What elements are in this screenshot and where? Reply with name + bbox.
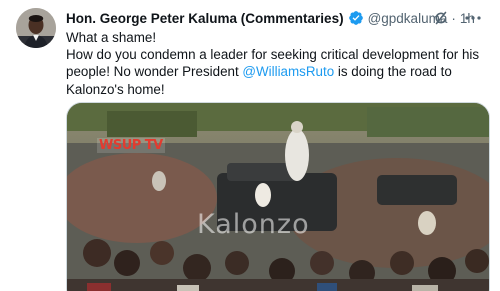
separator-dot: · [451, 10, 456, 26]
avatar[interactable] [16, 8, 56, 48]
display-name[interactable]: Hon. George Peter Kaluma (Commentaries) [66, 11, 344, 26]
tweet-text: What a shame! How do you condemn a leade… [66, 29, 486, 98]
grok-icon[interactable] [432, 8, 450, 28]
more-options-icon[interactable] [462, 8, 484, 28]
video-watermark: Kalonzo [197, 209, 310, 240]
channel-logo: WSUP TV [97, 138, 165, 153]
tweet[interactable]: Hon. George Peter Kaluma (Commentaries) … [0, 0, 500, 291]
tweet-header: Hon. George Peter Kaluma (Commentaries) … [66, 8, 488, 28]
mention-link[interactable]: @WilliamsRuto [242, 64, 334, 79]
tweet-text-line-2: How do you condemn a leader for seeking … [66, 46, 486, 98]
verified-badge-icon [348, 10, 364, 26]
tweet-text-line-1: What a shame! [66, 30, 157, 45]
tweet-video[interactable]: WSUP TV Kalonzo [66, 102, 490, 291]
